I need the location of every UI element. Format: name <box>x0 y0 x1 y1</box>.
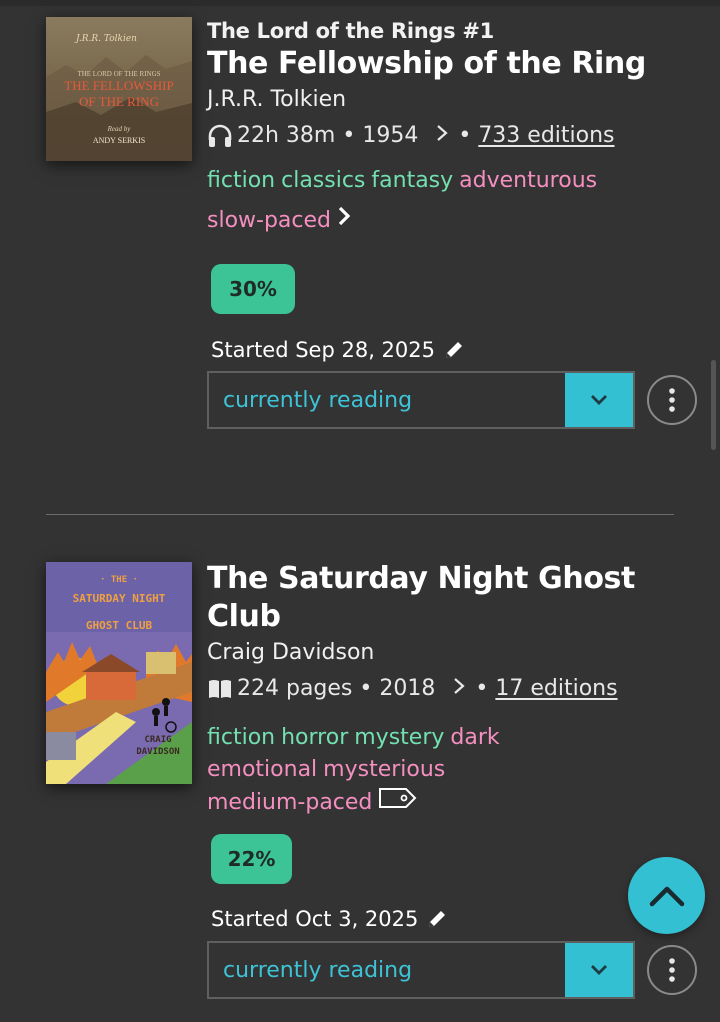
mood-tag[interactable]: mysterious <box>323 757 445 782</box>
tag-list: fiction classics fantasy adventurous slow-p… <box>207 161 700 241</box>
top-bar <box>0 0 720 6</box>
svg-text:J.R.R. Tolkien: J.R.R. Tolkien <box>74 34 137 44</box>
book-meta: 224 pages • 2018 • 17 editions <box>207 672 700 706</box>
mood-tag[interactable]: adventurous <box>459 168 597 193</box>
started-label: Started Oct 3, 2025 <box>211 907 419 931</box>
book-author[interactable]: J.R.R. Tolkien <box>207 85 700 115</box>
pencil-icon[interactable] <box>443 339 465 361</box>
book-year: 1954 <box>362 123 419 148</box>
series-name[interactable]: The Lord of the Rings #1 <box>207 17 700 45</box>
genre-tag[interactable]: horror <box>281 725 348 750</box>
svg-text:DAVIDSON: DAVIDSON <box>136 747 179 757</box>
tag-icon[interactable] <box>378 786 418 820</box>
more-options-button[interactable] <box>647 375 697 425</box>
chevron-right-icon[interactable] <box>337 201 351 241</box>
chevron-down-icon[interactable] <box>565 373 633 427</box>
chevron-right-icon[interactable] <box>436 119 448 153</box>
divider <box>46 514 674 515</box>
svg-text:SATURDAY NIGHT: SATURDAY NIGHT <box>73 592 166 605</box>
book-title[interactable]: The Saturday Night Ghost Club <box>207 560 700 636</box>
book-info: The Saturday Night Ghost Club Craig Davi… <box>207 560 700 820</box>
meta-separator: • <box>352 676 380 701</box>
meta-separator: • <box>458 123 479 148</box>
book-cover-fellowship[interactable]: J.R.R. Tolkien THE LORD OF THE RINGS THE… <box>46 17 192 161</box>
genre-tag[interactable]: fantasy <box>371 168 453 193</box>
genre-tag[interactable]: mystery <box>354 725 444 750</box>
svg-text:GHOST CLUB: GHOST CLUB <box>86 619 153 632</box>
meta-separator: • <box>335 123 363 148</box>
pencil-icon[interactable] <box>426 908 448 930</box>
book-info: The Lord of the Rings #1 The Fellowship … <box>207 17 700 241</box>
mood-tag[interactable]: dark <box>450 725 499 750</box>
chevron-right-icon[interactable] <box>453 672 466 706</box>
mood-tag[interactable]: emotional <box>207 757 317 782</box>
svg-text:CRAIG: CRAIG <box>144 735 171 745</box>
book-title[interactable]: The Fellowship of the Ring <box>207 45 700 83</box>
started-label: Started Sep 28, 2025 <box>211 338 435 362</box>
book-year: 2018 <box>379 676 436 701</box>
pace-tag[interactable]: medium-paced <box>207 790 372 815</box>
scrollbar[interactable] <box>711 360 716 450</box>
progress-badge[interactable]: 30% <box>211 264 295 314</box>
book-length: 22h 38m <box>237 123 336 148</box>
kebab-icon <box>669 388 675 412</box>
svg-text:ANDY SERKIS: ANDY SERKIS <box>93 136 145 145</box>
svg-text:THE LORD OF THE RINGS: THE LORD OF THE RINGS <box>77 70 160 78</box>
progress-badge[interactable]: 22% <box>211 834 292 884</box>
genre-tag[interactable]: classics <box>281 168 365 193</box>
genre-tag[interactable]: fiction <box>207 725 275 750</box>
book-length: 224 pages <box>237 676 353 701</box>
tag-list: fiction horror mystery dark emotional myster… <box>207 722 700 820</box>
more-options-button[interactable] <box>647 945 697 995</box>
genre-tag[interactable]: fiction <box>207 168 275 193</box>
svg-text:Read by: Read by <box>107 125 132 133</box>
book-open-icon <box>207 675 237 703</box>
svg-text:OF THE RING: OF THE RING <box>79 94 159 109</box>
scroll-to-top-button[interactable] <box>628 857 705 934</box>
reading-status-value[interactable]: currently reading <box>209 388 565 413</box>
kebab-icon <box>669 958 675 982</box>
book-author[interactable]: Craig Davidson <box>207 638 700 668</box>
svg-text:· THE ·: · THE · <box>100 575 138 585</box>
book-meta: 22h 38m • 1954 • 733 editions <box>207 119 700 153</box>
chevron-down-icon[interactable] <box>565 943 633 997</box>
editions-link[interactable]: 733 editions <box>478 119 614 153</box>
reading-status-select[interactable]: currently reading <box>207 371 635 429</box>
reading-status-select[interactable]: currently reading <box>207 941 635 999</box>
chevron-up-icon <box>649 886 684 906</box>
headphones-icon <box>207 122 237 150</box>
editions-link[interactable]: 17 editions <box>495 672 617 706</box>
reading-status-value[interactable]: currently reading <box>209 958 565 983</box>
pace-tag[interactable]: slow-paced <box>207 208 331 233</box>
started-date: Started Sep 28, 2025 <box>211 338 465 362</box>
meta-separator: • <box>475 676 496 701</box>
svg-text:THE FELLOWSHIP: THE FELLOWSHIP <box>64 78 173 93</box>
book-cover-saturday-night[interactable]: · THE · SATURDAY NIGHT GHOST CLUB CRAIG … <box>46 562 192 784</box>
started-date: Started Oct 3, 2025 <box>211 907 448 931</box>
